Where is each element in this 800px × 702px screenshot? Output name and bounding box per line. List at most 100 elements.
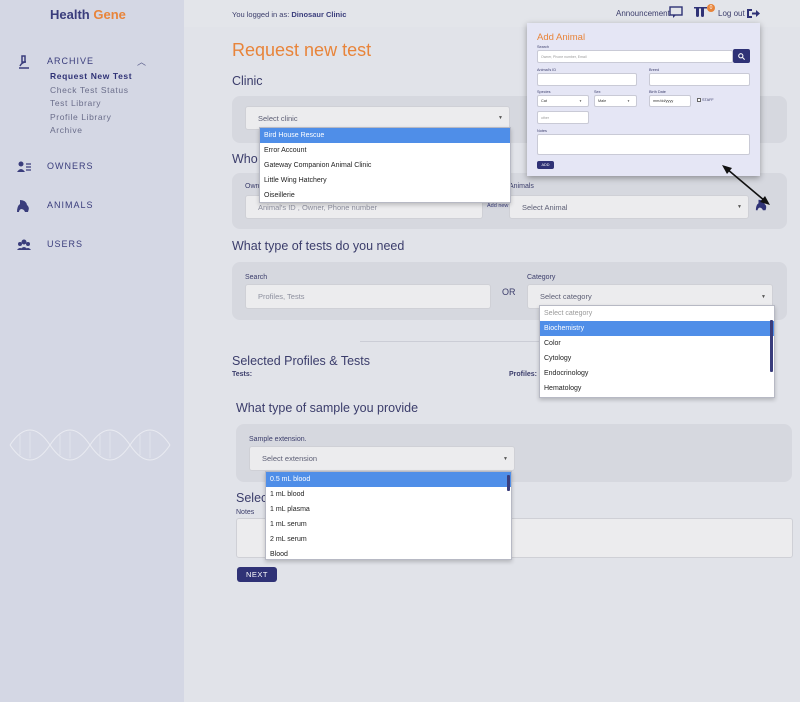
search-label: Search	[245, 274, 268, 281]
tests-search-input[interactable]: Profiles, Tests	[245, 284, 491, 309]
category-select-value: Select category	[540, 292, 592, 301]
animal-id-input[interactable]	[537, 73, 637, 86]
notification-badge: 0	[707, 4, 715, 12]
microscope-icon	[19, 55, 29, 69]
other-species-input[interactable]: other	[537, 111, 589, 124]
dropdown-scrollbar[interactable]	[770, 320, 773, 372]
birth-date-input[interactable]: mm/dd/yyyy	[649, 95, 691, 107]
clinic-select-value: Select clinic	[258, 113, 298, 123]
animals-label: Animals	[509, 183, 534, 190]
sample-option[interactable]: 1 mL plasma	[266, 502, 511, 517]
chat-icon[interactable]	[669, 6, 683, 19]
add-new-owner-link[interactable]: Add new	[487, 203, 508, 210]
modal-search-button[interactable]	[733, 49, 750, 63]
sidebar-item-archive[interactable]: ARCHIVE ︿	[0, 52, 184, 72]
logged-in-user: Dinosaur Clinic	[291, 10, 347, 19]
sidebar-item-label: ANIMALS	[47, 200, 94, 210]
owner-label: Own	[245, 183, 260, 190]
sidebar-item-label: ARCHIVE	[47, 56, 95, 66]
modal-search-label: Search	[537, 45, 550, 49]
clinic-dropdown: Bird House Rescue Error Account Gateway …	[259, 127, 511, 203]
clinic-option[interactable]: Gateway Companion Animal Clinic	[260, 158, 510, 173]
category-option[interactable]: Endocrinology	[540, 366, 774, 381]
dna-decoration	[9, 429, 171, 461]
sidebar-item-animals[interactable]: ANIMALS	[0, 196, 184, 216]
sidebar-sub-profile-library[interactable]: Profile Library	[50, 112, 111, 122]
brand-logo[interactable]: Health Gene	[50, 7, 126, 22]
logout-link[interactable]: Log out	[718, 9, 745, 18]
sample-heading: What type of sample you provide	[236, 401, 419, 415]
other-placeholder: other	[541, 115, 549, 120]
sample-select-value: Select extension	[262, 454, 318, 463]
add-new-label: Add new	[487, 203, 509, 209]
sidebar-sub-archive[interactable]: Archive	[50, 125, 83, 135]
page-title: Request new test	[232, 40, 372, 60]
brand-name: Health	[50, 7, 90, 22]
users-icon	[17, 239, 31, 250]
sex-select[interactable]: Male ▼	[594, 95, 637, 107]
birth-date-label: Birth Date	[649, 90, 666, 94]
logged-in-info: You logged in as: Dinosaur Clinic	[232, 10, 346, 19]
logout-icon[interactable]	[746, 7, 760, 20]
sex-value: Male	[598, 99, 607, 103]
species-select[interactable]: Cat ▼	[537, 95, 589, 107]
selected-heading: Selected Profiles & Tests	[232, 354, 371, 368]
category-option[interactable]: Select category	[540, 306, 774, 321]
category-option[interactable]: Color	[540, 336, 774, 351]
chevron-up-icon[interactable]: ︿	[137, 55, 146, 68]
staff-checkbox[interactable]	[697, 98, 701, 102]
sample-option[interactable]: Blood	[266, 547, 511, 559]
modal-notes-label: Notes	[537, 129, 547, 133]
who-heading: Who	[232, 152, 258, 166]
sample-option[interactable]: 1 mL serum	[266, 517, 511, 532]
announcement-link[interactable]: Announcement	[616, 9, 670, 18]
sample-label: Sample extension.	[249, 436, 307, 443]
test-tubes-icon[interactable]	[694, 6, 708, 19]
owners-icon	[17, 161, 31, 172]
animal-select[interactable]: Select Animal ▼	[509, 195, 749, 219]
dropdown-scrollbar[interactable]	[507, 475, 510, 491]
selec-heading: Selec	[236, 491, 268, 505]
tests-search-placeholder: Profiles, Tests	[258, 292, 305, 301]
clinic-option[interactable]: Error Account	[260, 143, 510, 158]
sample-option[interactable]: 1 mL blood	[266, 487, 511, 502]
sidebar-item-label: USERS	[47, 239, 84, 249]
profiles-selected-label: Profiles:	[509, 371, 538, 378]
clinic-option[interactable]: Oiseillerie	[260, 188, 510, 202]
species-label: Species	[537, 90, 551, 94]
add-animal-modal: Add Animal Search Owner, Phone number, E…	[527, 23, 760, 176]
tests-heading: What type of tests do you need	[232, 239, 405, 253]
category-dropdown: Select category Biochemistry Color Cytol…	[539, 305, 775, 398]
category-option[interactable]: Cytology	[540, 351, 774, 366]
sample-dropdown: 0.5 mL blood 1 mL blood 1 mL plasma 1 mL…	[265, 471, 512, 560]
sex-label: Sex	[594, 90, 601, 94]
modal-search-placeholder: Owner, Phone number, Email	[541, 54, 587, 59]
next-button[interactable]: NEXT	[237, 567, 277, 582]
or-separator: OR	[502, 287, 516, 297]
add-animal-icon[interactable]	[755, 198, 769, 212]
sidebar-sub-request-new-test[interactable]: Request New Test	[50, 71, 132, 81]
sidebar-item-owners[interactable]: OWNERS	[0, 157, 184, 177]
modal-search-input[interactable]: Owner, Phone number, Email	[537, 50, 733, 63]
sidebar-sub-test-library[interactable]: Test Library	[50, 98, 101, 108]
modal-add-button[interactable]: ADD	[537, 161, 554, 169]
sample-extension-select[interactable]: Select extension ▼	[249, 446, 515, 471]
clinic-option[interactable]: Bird House Rescue	[260, 128, 510, 143]
caret-down-icon: ▼	[579, 99, 582, 103]
modal-notes-textarea[interactable]	[537, 134, 750, 155]
sidebar-item-users[interactable]: USERS	[0, 235, 184, 255]
species-value: Cat	[541, 99, 547, 103]
category-option[interactable]: Hematology	[540, 381, 774, 396]
clinic-option[interactable]: Little Wing Hatchery	[260, 173, 510, 188]
breed-label: Breed	[649, 68, 660, 72]
modal-title: Add Animal	[537, 32, 586, 43]
sidebar-sub-check-test-status[interactable]: Check Test Status	[50, 85, 129, 95]
category-option[interactable]: Biochemistry	[540, 321, 774, 336]
logged-in-label: You logged in as:	[232, 10, 290, 19]
breed-input[interactable]	[649, 73, 750, 86]
caret-down-icon: ▼	[737, 204, 742, 210]
sample-option[interactable]: 0.5 mL blood	[266, 472, 511, 487]
sample-option[interactable]: 2 mL serum	[266, 532, 511, 547]
staff-label: STAFF	[702, 98, 714, 102]
clinic-heading: Clinic	[232, 74, 263, 88]
